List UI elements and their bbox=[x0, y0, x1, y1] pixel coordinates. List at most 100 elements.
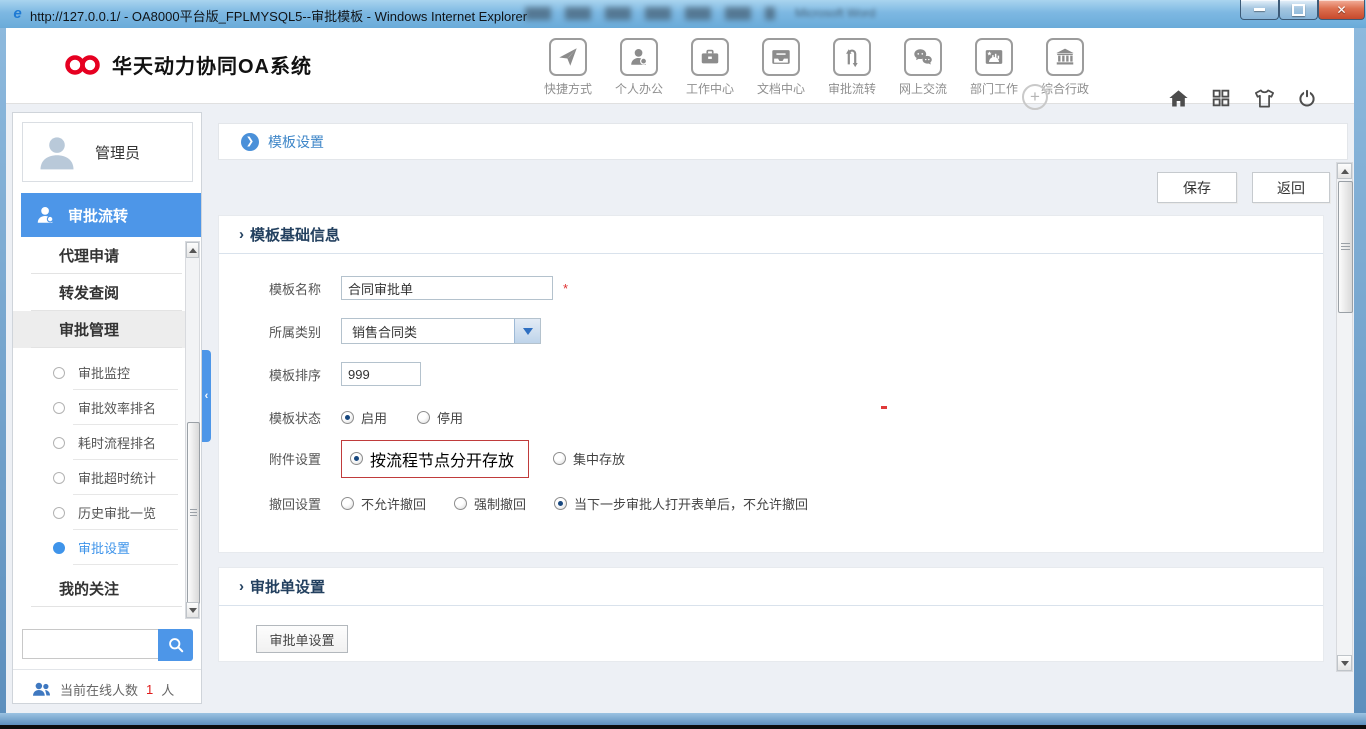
attachment-option-central[interactable]: 集中存放 bbox=[553, 449, 625, 468]
sidebar-item-history-approvals[interactable]: 历史审批一览 bbox=[13, 495, 186, 530]
nav-item-personal-office[interactable]: 个人办公 bbox=[609, 38, 669, 97]
nav-item-approval-flow[interactable]: 审批流转 bbox=[822, 38, 882, 97]
submenu-label: 耗时流程排名 bbox=[78, 433, 156, 452]
app-header: 华天动力协同OA系统 快捷方式 个人办公 工作中心 bbox=[6, 28, 1354, 104]
radio-selected-icon[interactable] bbox=[350, 452, 363, 465]
sidebar-collapse-handle[interactable]: ‹ bbox=[202, 350, 211, 442]
attachment-option-per-node-highlight[interactable]: 按流程节点分开存放 bbox=[341, 440, 529, 478]
radio-selected-icon[interactable] bbox=[341, 411, 354, 424]
sidebar-item-approval-monitor[interactable]: 审批监控 bbox=[13, 355, 186, 390]
scroll-down-button[interactable] bbox=[186, 602, 199, 618]
category-row: 所属类别 销售合同类 bbox=[229, 318, 541, 344]
bullet-icon bbox=[53, 507, 65, 519]
nav-item-shortcuts[interactable]: 快捷方式 bbox=[538, 38, 598, 97]
apps-grid-icon[interactable] bbox=[1209, 86, 1233, 110]
recall-option-after-open[interactable]: 当下一步审批人打开表单后，不允许撤回 bbox=[554, 494, 808, 513]
sidebar-item-agent-request[interactable]: 代理申请 bbox=[13, 237, 186, 274]
nav-item-online-chat[interactable]: 网上交流 bbox=[893, 38, 953, 97]
add-module-button[interactable]: + bbox=[1022, 84, 1048, 110]
radio-icon[interactable] bbox=[341, 497, 354, 510]
status-option-enabled[interactable]: 启用 bbox=[341, 408, 387, 427]
sidebar-item-my-follow[interactable]: 我的关注 bbox=[13, 569, 186, 607]
sidebar-item-approval-timeout-stats[interactable]: 审批超时统计 bbox=[13, 460, 186, 495]
option-label: 集中存放 bbox=[573, 449, 625, 468]
sidebar-item-approval-settings[interactable]: 审批设置 bbox=[13, 530, 186, 565]
option-label: 不允许撤回 bbox=[361, 494, 426, 513]
sidebar-item-time-consuming-rank[interactable]: 耗时流程排名 bbox=[13, 425, 186, 460]
window-border-bottom bbox=[0, 713, 1366, 725]
close-button[interactable]: ✕ bbox=[1318, 0, 1365, 20]
nav-item-document-center[interactable]: 文档中心 bbox=[751, 38, 811, 97]
approval-form-settings-button[interactable]: 审批单设置 bbox=[256, 625, 348, 653]
bullet-icon bbox=[53, 367, 65, 379]
field-label: 所属类别 bbox=[229, 322, 321, 341]
nav-label: 工作中心 bbox=[686, 80, 734, 97]
desktop-edge bbox=[0, 725, 1366, 729]
chevron-left-icon: ‹ bbox=[205, 390, 209, 402]
template-sort-input[interactable] bbox=[341, 362, 421, 386]
module-header[interactable]: 审批流转 bbox=[21, 193, 201, 237]
field-label: 附件设置 bbox=[229, 449, 321, 468]
option-label: 当下一步审批人打开表单后，不允许撤回 bbox=[574, 494, 808, 513]
field-label: 模板排序 bbox=[229, 365, 321, 384]
nav-label: 文档中心 bbox=[757, 80, 805, 97]
document-tray-icon bbox=[762, 38, 800, 76]
bullet-icon bbox=[53, 437, 65, 449]
breadcrumb-arrow-icon bbox=[241, 133, 259, 151]
scroll-down-button[interactable] bbox=[1337, 655, 1352, 671]
search-input[interactable] bbox=[22, 629, 158, 659]
bullet-icon bbox=[53, 402, 65, 414]
background-window-title: Microsoft Word bbox=[795, 6, 875, 20]
logo: 华天动力协同OA系统 bbox=[64, 50, 312, 79]
nav-item-department-work[interactable]: 部门工作 bbox=[964, 38, 1024, 97]
radio-icon[interactable] bbox=[417, 411, 430, 424]
status-option-disabled[interactable]: 停用 bbox=[417, 408, 463, 427]
category-select[interactable]: 销售合同类 bbox=[341, 318, 541, 344]
nav-item-work-center[interactable]: 工作中心 bbox=[680, 38, 740, 97]
window-border-left bbox=[0, 28, 6, 713]
field-label: 撤回设置 bbox=[229, 494, 321, 513]
recall-row: 撤回设置 不允许撤回 强制撤回 当下一步审批人打开表单后，不允许撤回 bbox=[229, 490, 808, 516]
breadcrumb: 模板设置 bbox=[218, 123, 1348, 160]
back-button[interactable]: 返回 bbox=[1252, 172, 1330, 203]
power-icon[interactable] bbox=[1295, 86, 1319, 110]
user-card: 管理员 bbox=[22, 122, 193, 182]
scrollbar-thumb[interactable] bbox=[1338, 181, 1353, 313]
scrollbar-thumb[interactable] bbox=[187, 422, 200, 604]
restore-button[interactable] bbox=[1279, 0, 1318, 20]
sidebar-scrollbar[interactable] bbox=[185, 241, 200, 619]
radio-icon[interactable] bbox=[454, 497, 467, 510]
form-settings-panel: 审批单设置 审批单设置 bbox=[218, 567, 1324, 662]
basic-info-panel: 模板基础信息 模板名称 * 所属类别 销售合同类 模板排序 模板状态 启用 bbox=[218, 215, 1324, 553]
search-button[interactable] bbox=[158, 629, 193, 661]
ie-icon: e bbox=[9, 5, 26, 22]
chevron-down-icon[interactable] bbox=[514, 319, 540, 343]
sidebar-item-approval-management[interactable]: 审批管理 bbox=[13, 311, 186, 348]
save-button[interactable]: 保存 bbox=[1157, 172, 1237, 203]
submenu-label: 审批监控 bbox=[78, 363, 130, 382]
scroll-up-button[interactable] bbox=[1337, 163, 1352, 179]
template-name-input[interactable] bbox=[341, 276, 553, 300]
scroll-up-button[interactable] bbox=[186, 242, 199, 258]
recall-option-forced[interactable]: 强制撤回 bbox=[454, 494, 526, 513]
window-title: http://127.0.0.1/ - OA8000平台版_FPLMYSQL5-… bbox=[30, 6, 527, 25]
menu-label: 代理申请 bbox=[59, 245, 119, 266]
sidebar-item-approval-efficiency-rank[interactable]: 审批效率排名 bbox=[13, 390, 186, 425]
main-scrollbar[interactable] bbox=[1336, 162, 1353, 672]
radio-icon[interactable] bbox=[553, 452, 566, 465]
arrow-up-icon bbox=[1341, 169, 1349, 174]
sidebar: 管理员 审批流转 代理申请 转发查阅 审批管理 审批监控 审批效率排名 耗时流程… bbox=[12, 112, 202, 704]
title-bar[interactable]: e http://127.0.0.1/ - OA8000平台版_FPLMYSQL… bbox=[0, 0, 1366, 29]
attachment-row: 附件设置 按流程节点分开存放 集中存放 bbox=[229, 442, 625, 475]
minimize-button[interactable] bbox=[1240, 0, 1279, 20]
sidebar-item-forward-review[interactable]: 转发查阅 bbox=[13, 274, 186, 311]
department-board-icon bbox=[975, 38, 1013, 76]
home-icon[interactable] bbox=[1166, 86, 1190, 110]
radio-selected-icon[interactable] bbox=[554, 497, 567, 510]
nav-label: 部门工作 bbox=[970, 80, 1018, 97]
recall-option-not-allowed[interactable]: 不允许撤回 bbox=[341, 494, 426, 513]
search-icon bbox=[166, 635, 186, 655]
theme-shirt-icon[interactable] bbox=[1252, 86, 1276, 110]
section-header: 模板基础信息 bbox=[219, 216, 1323, 254]
menu-label: 审批管理 bbox=[59, 319, 119, 340]
